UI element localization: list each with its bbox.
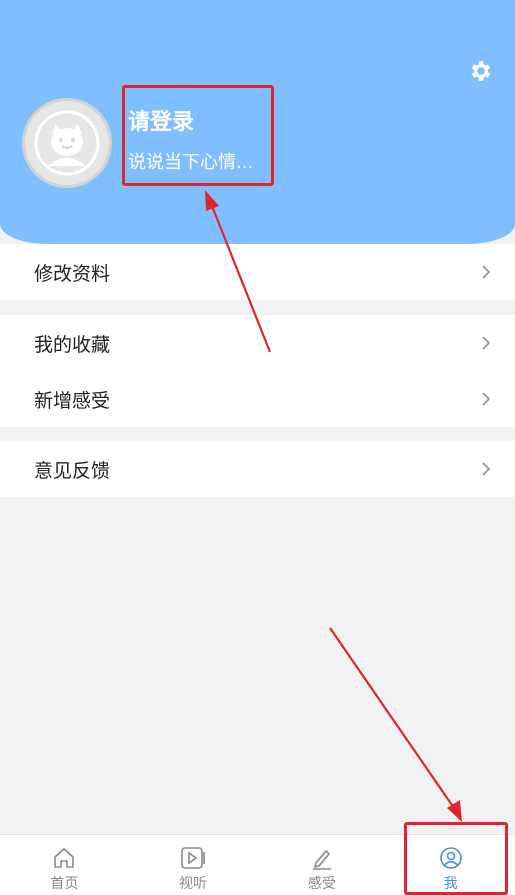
tab-home[interactable]: 首页 [0, 835, 129, 895]
avatar-placeholder-icon [34, 110, 100, 176]
login-prompt[interactable]: 请登录 [128, 106, 253, 140]
tab-label: 视听 [179, 876, 208, 892]
chevron-right-icon [481, 264, 491, 280]
menu-item-label: 修改资料 [34, 262, 111, 285]
chevron-right-icon [481, 335, 491, 351]
tab-feeling[interactable]: 感受 [258, 835, 387, 895]
user-icon [438, 845, 464, 871]
tab-label: 我 [443, 876, 458, 892]
profile-screen: 请登录 说说当下心情... 修改资料 我的收藏 新增感受 意见反馈 首页 视听 … [0, 0, 515, 895]
chevron-right-icon [481, 391, 491, 407]
tab-me[interactable]: 我 [386, 835, 515, 895]
chevron-right-icon [481, 461, 491, 477]
menu-item-edit-profile[interactable]: 修改资料 [0, 244, 515, 300]
avatar[interactable] [22, 98, 112, 188]
menu-item-add-feeling[interactable]: 新增感受 [0, 371, 515, 427]
menu-item-feedback[interactable]: 意见反馈 [0, 441, 515, 497]
annotation-arrow-me-tab [329, 627, 462, 822]
menu-group-feedback: 意见反馈 [0, 441, 515, 497]
gear-icon [471, 61, 491, 81]
menu-item-label: 我的收藏 [34, 333, 111, 356]
profile-header: 请登录 说说当下心情... [0, 0, 515, 244]
home-icon [51, 845, 77, 871]
login-area[interactable]: 请登录 说说当下心情... [128, 106, 253, 176]
menu-item-my-favorites[interactable]: 我的收藏 [0, 315, 515, 371]
menu-item-label: 意见反馈 [34, 459, 111, 482]
menu-group-content: 我的收藏 新增感受 [0, 315, 515, 427]
menu-item-label: 新增感受 [34, 389, 111, 412]
mood-prompt[interactable]: 说说当下心情... [128, 150, 253, 176]
tab-label: 首页 [50, 876, 79, 892]
settings-button[interactable] [466, 56, 496, 86]
menu-group-profile: 修改资料 [0, 244, 515, 300]
bottom-tab-bar: 首页 视听 感受 我 [0, 834, 515, 895]
tab-label: 感受 [307, 876, 336, 892]
video-icon [180, 845, 206, 871]
tab-media[interactable]: 视听 [129, 835, 258, 895]
pen-icon [309, 845, 335, 871]
